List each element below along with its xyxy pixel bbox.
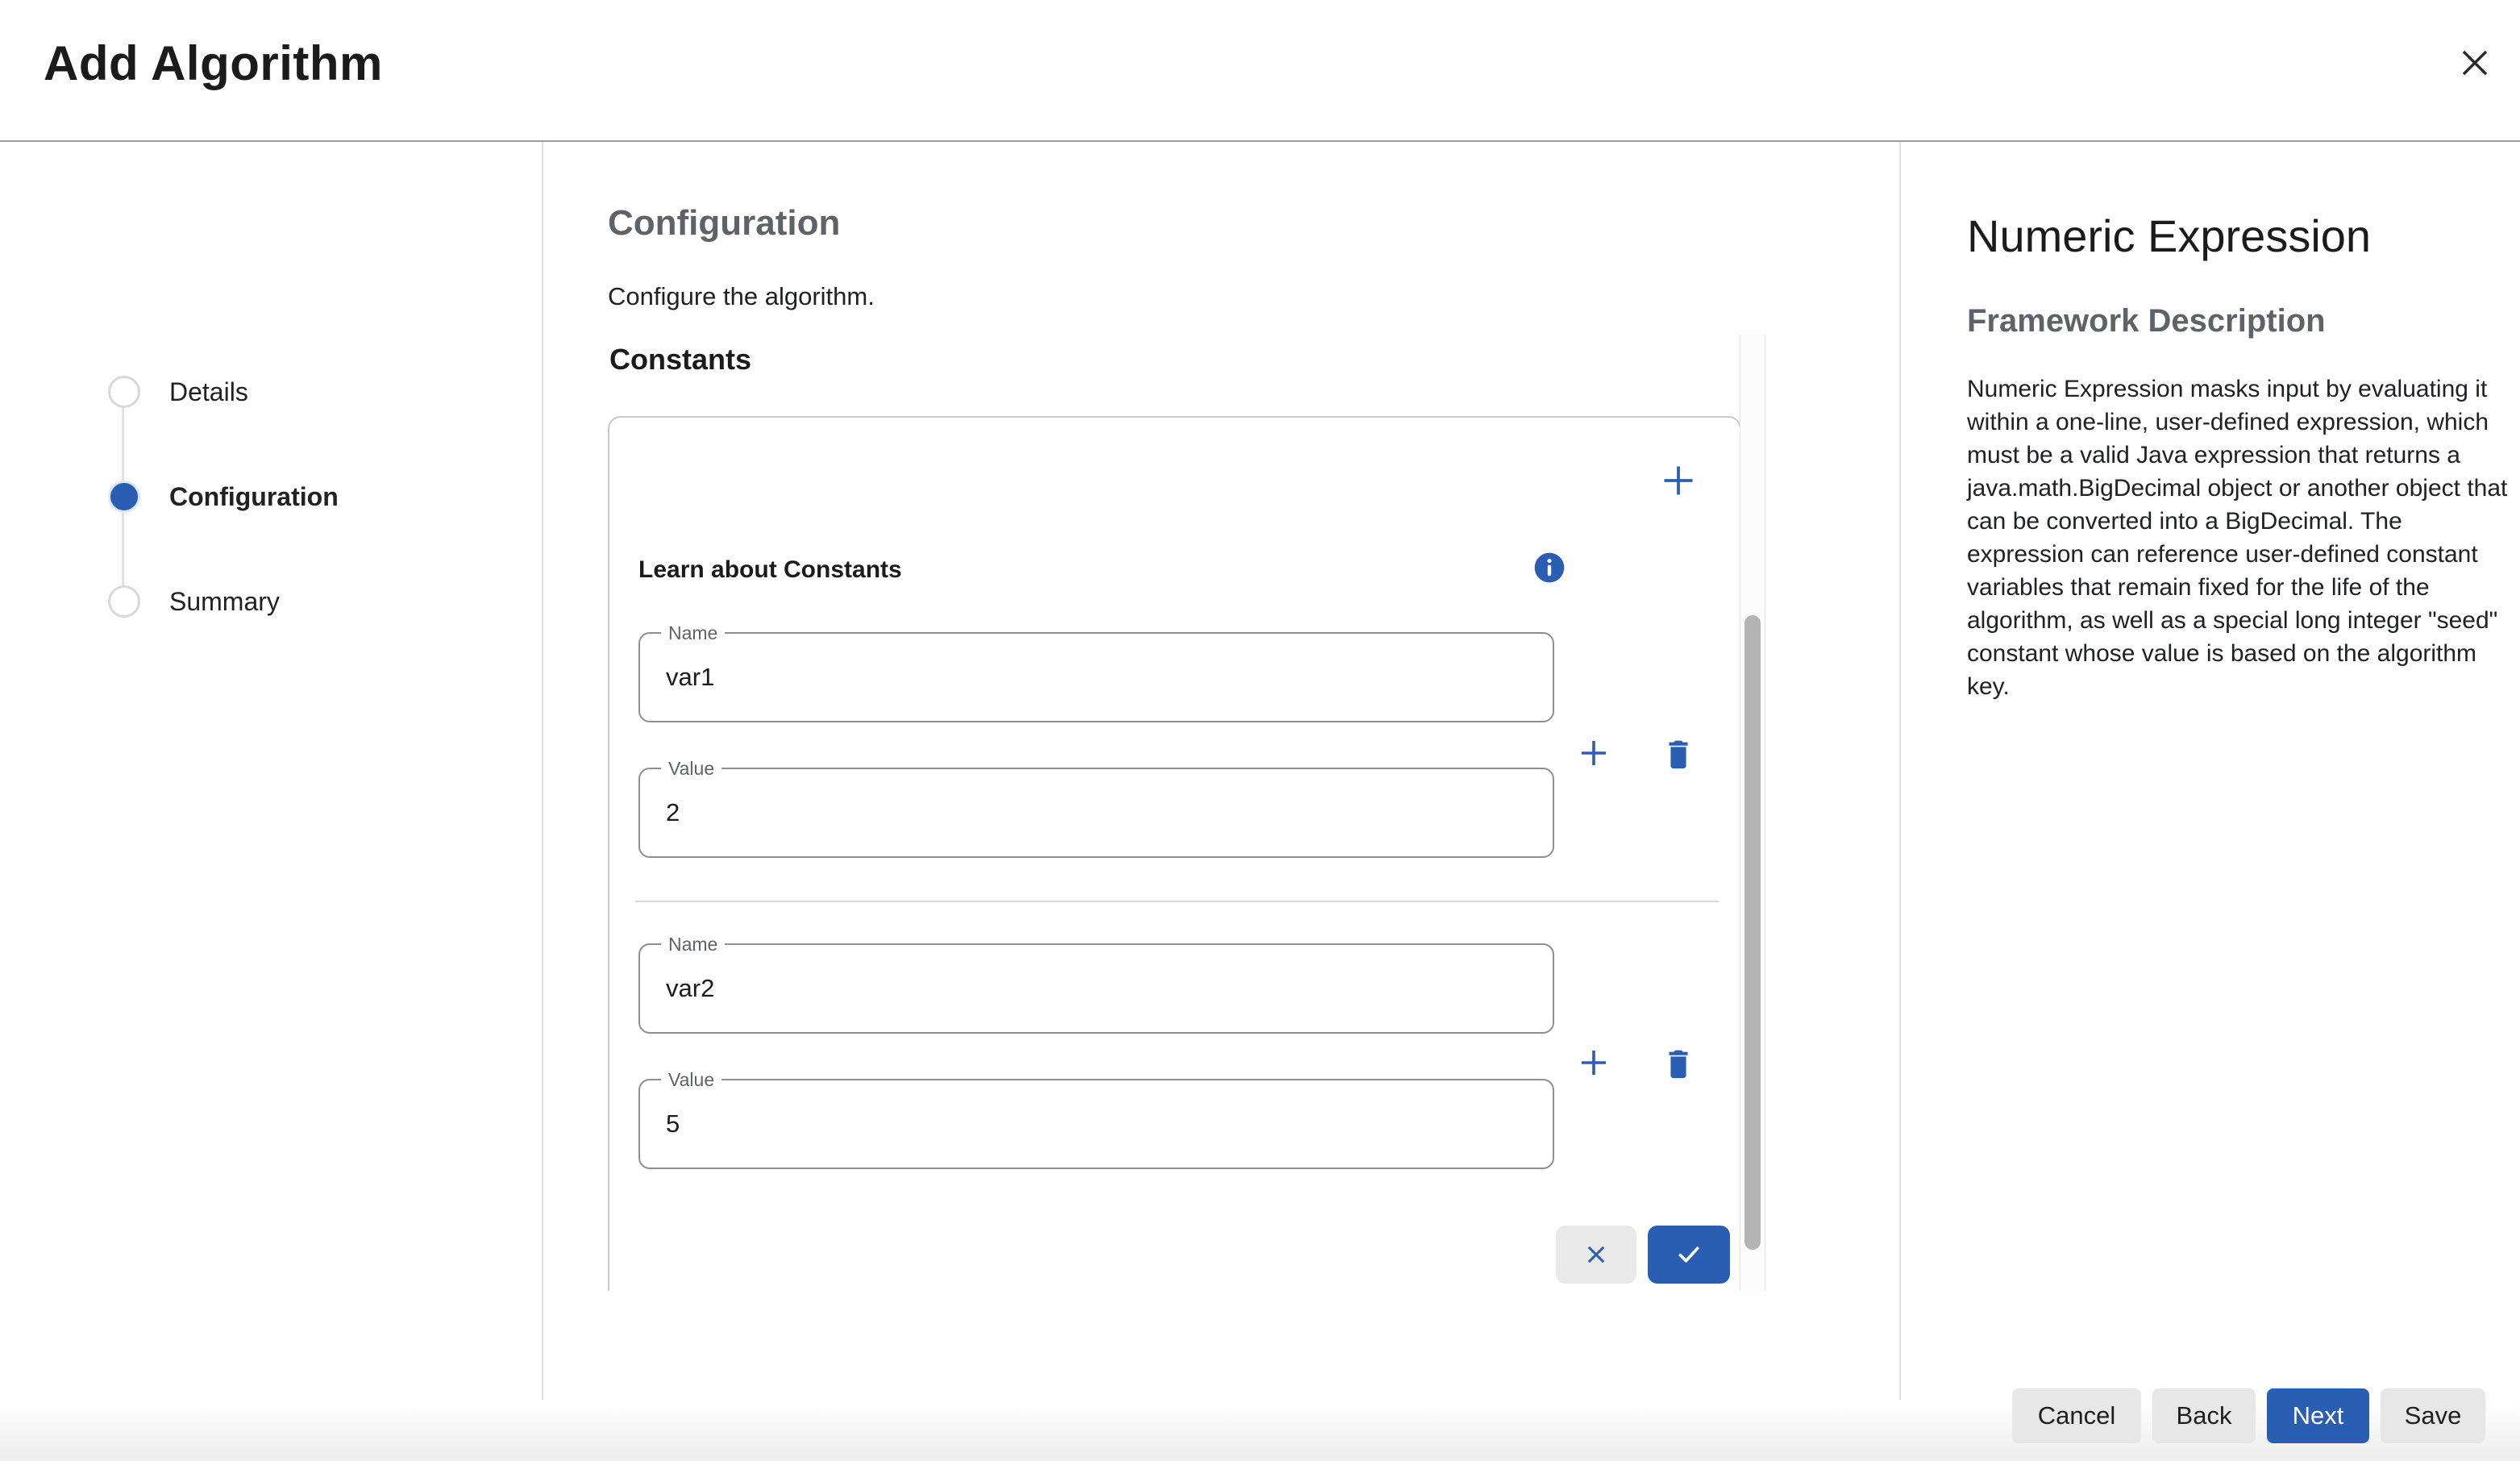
add-row-button[interactable] xyxy=(1574,1043,1613,1082)
stepper-dot-configuration[interactable] xyxy=(108,481,140,513)
constant-name-field: Name xyxy=(638,943,1554,1034)
sidebar-item-details[interactable]: Details xyxy=(169,376,248,408)
add-constant-button[interactable] xyxy=(1656,458,1701,503)
learn-about-constants-label: Learn about Constants xyxy=(638,556,902,584)
delete-row-button[interactable] xyxy=(1660,735,1697,772)
stepper-dot-summary[interactable] xyxy=(108,585,140,618)
page-title: Configuration xyxy=(608,203,840,244)
constant-value-field: Value xyxy=(638,768,1554,858)
dialog-title: Add Algorithm xyxy=(44,35,383,91)
plus-icon xyxy=(1574,763,1613,775)
constants-info-button[interactable] xyxy=(1532,550,1567,585)
scrollbar-track[interactable] xyxy=(1740,335,1765,1291)
constant-name-input[interactable] xyxy=(666,635,1520,719)
stepper-dot-details[interactable] xyxy=(108,376,140,408)
constants-scroll-area: Constants Learn about Constants xyxy=(608,335,1769,1291)
row-divider xyxy=(635,901,1719,902)
stepper-sidebar: Details Configuration Summary xyxy=(0,142,543,1416)
configuration-panel: Configuration Configure the algorithm. C… xyxy=(543,142,1899,1416)
scrollbar-thumb[interactable] xyxy=(1744,615,1761,1250)
confirm-constants-button[interactable] xyxy=(1648,1226,1730,1284)
constant-name-field: Name xyxy=(638,632,1554,722)
dialog-actions: Cancel Back Next Save xyxy=(2012,1388,2485,1443)
delete-row-button[interactable] xyxy=(1660,1044,1697,1081)
plus-icon xyxy=(1656,493,1701,506)
add-row-button[interactable] xyxy=(1574,734,1613,772)
add-algorithm-dialog: Add Algorithm Details Configuration Summ… xyxy=(0,0,2520,1461)
constant-value-field: Value xyxy=(638,1079,1554,1169)
constants-card: Learn about Constants Name xyxy=(608,416,1741,1291)
close-icon xyxy=(2456,73,2494,85)
constants-section-title: Constants xyxy=(609,343,751,377)
constant-value-input[interactable] xyxy=(666,771,1520,855)
page-subtitle: Configure the algorithm. xyxy=(608,282,875,311)
plus-icon xyxy=(1574,1072,1613,1084)
close-button[interactable] xyxy=(2451,40,2499,88)
x-icon xyxy=(1556,1241,1636,1268)
framework-description-panel: Numeric Expression Framework Description… xyxy=(1899,142,2520,1416)
sidebar-item-summary[interactable]: Summary xyxy=(169,585,280,618)
next-button[interactable]: Next xyxy=(2267,1388,2369,1443)
framework-title: Numeric Expression xyxy=(1967,210,2371,262)
cancel-button[interactable]: Cancel xyxy=(2012,1388,2141,1443)
back-button[interactable]: Back xyxy=(2152,1388,2256,1443)
constant-value-input[interactable] xyxy=(666,1082,1520,1166)
trash-icon xyxy=(1660,1072,1697,1084)
trash-icon xyxy=(1660,762,1697,774)
framework-description-text: Numeric Expression masks input by evalua… xyxy=(1967,373,2514,703)
dialog-header: Add Algorithm xyxy=(0,0,2520,142)
framework-description-heading: Framework Description xyxy=(1967,303,2326,339)
discard-constants-button[interactable] xyxy=(1556,1226,1636,1284)
constant-name-input[interactable] xyxy=(666,947,1520,1030)
save-button[interactable]: Save xyxy=(2381,1388,2485,1443)
check-icon xyxy=(1648,1241,1730,1268)
sidebar-item-configuration[interactable]: Configuration xyxy=(169,481,339,513)
info-icon xyxy=(1532,576,1567,588)
